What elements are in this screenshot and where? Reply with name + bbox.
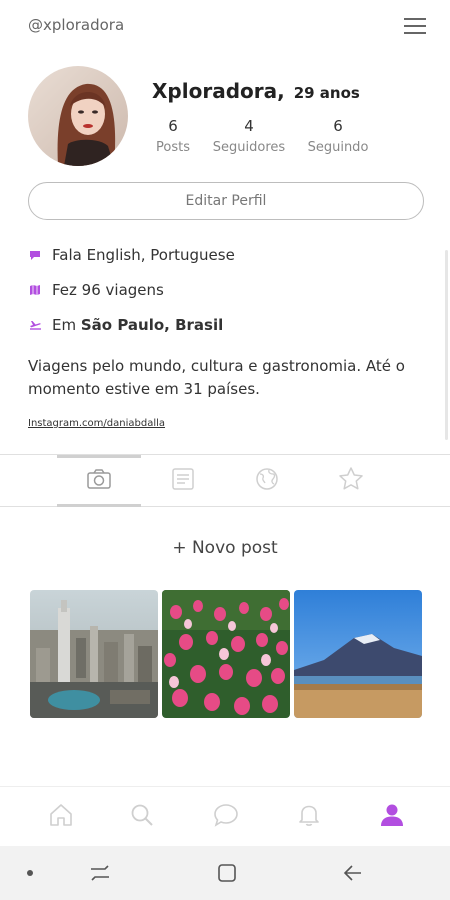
stat-following-label: Seguindo <box>307 140 369 155</box>
nav-notifications[interactable] <box>295 803 323 831</box>
bottom-navigation <box>0 786 450 846</box>
profile-name: Xploradora, 29 anos <box>152 79 360 103</box>
notes-icon <box>171 467 195 495</box>
info-trips: Fez 96 viagens <box>28 281 164 299</box>
tab-globe[interactable] <box>225 455 309 507</box>
info-trips-text: Fez 96 viagens <box>52 281 164 299</box>
nav-chat[interactable] <box>212 803 240 831</box>
profile-age: 29 anos <box>293 84 360 102</box>
user-icon <box>379 802 405 832</box>
info-location: Em São Paulo, Brasil <box>28 316 223 334</box>
profile-tab-bar <box>0 454 450 507</box>
new-post-button[interactable]: + Novo post <box>0 538 450 558</box>
avatar[interactable] <box>28 66 128 166</box>
nav-home[interactable] <box>47 803 75 831</box>
tab-favorites[interactable] <box>309 455 393 507</box>
profile-name-text: Xploradora, <box>152 79 285 103</box>
info-location-prefix: Em <box>52 316 77 334</box>
home-icon <box>48 802 74 832</box>
post-thumbnail[interactable] <box>30 590 158 718</box>
bell-icon <box>296 802 322 832</box>
edit-profile-button[interactable]: Editar Perfil <box>28 182 424 220</box>
back-arrow-icon[interactable] <box>341 861 365 885</box>
stat-followers-label: Seguidores <box>212 140 286 155</box>
post-thumbnail[interactable] <box>294 590 422 718</box>
chat-icon <box>213 802 239 832</box>
nav-search[interactable] <box>128 803 156 831</box>
nav-profile[interactable] <box>378 803 406 831</box>
dot-icon <box>18 861 42 885</box>
camera-icon <box>86 468 112 494</box>
profile-bio: Viagens pelo mundo, cultura e gastronomi… <box>28 357 405 398</box>
globe-icon <box>255 467 279 495</box>
stat-followers-value: 4 <box>244 117 254 135</box>
profile-link[interactable]: Instagram.com/daniabdalla <box>28 418 165 429</box>
tab-photos[interactable] <box>57 455 141 507</box>
map-icon <box>28 283 42 297</box>
airplane-icon <box>28 318 42 332</box>
tab-notes[interactable] <box>141 455 225 507</box>
top-bar: @xploradora <box>0 0 450 52</box>
post-thumbnail[interactable] <box>162 590 290 718</box>
info-location-value: São Paulo, Brasil <box>80 316 224 334</box>
stat-following[interactable]: 6 Seguindo <box>293 117 383 155</box>
stat-following-value: 6 <box>333 117 343 135</box>
speech-bubble-icon <box>28 248 42 262</box>
info-languages: Fala English, Portuguese <box>28 246 235 264</box>
header-username: @xploradora <box>28 16 125 34</box>
system-navigation-bar <box>0 846 450 900</box>
home-square-icon[interactable] <box>215 861 239 885</box>
star-icon <box>338 466 364 496</box>
search-icon <box>129 802 155 832</box>
scrollbar[interactable] <box>445 250 448 440</box>
stat-followers[interactable]: 4 Seguidores <box>204 117 294 155</box>
hamburger-icon[interactable] <box>404 15 426 37</box>
recent-apps-icon[interactable] <box>88 861 112 885</box>
info-languages-text: Fala English, Portuguese <box>52 246 235 264</box>
